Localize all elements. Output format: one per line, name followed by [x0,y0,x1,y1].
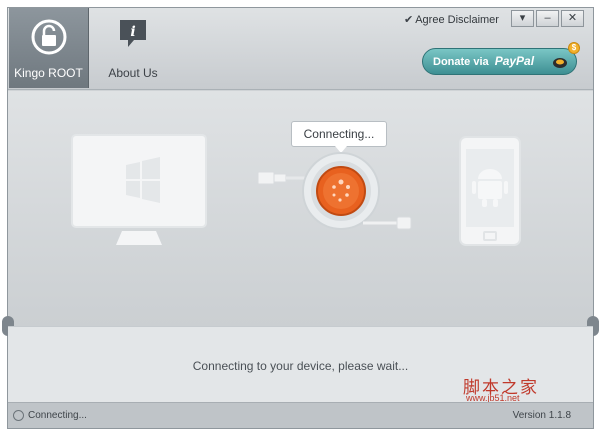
wallet-icon [553,58,567,68]
check-icon: ✔ [404,14,414,26]
nav-kingo-root[interactable]: Kingo ROOT [9,8,89,88]
status-area: Connecting to your device, please wait..… [8,326,593,403]
info-speech-icon: i [116,17,150,54]
nav-about-us[interactable]: i About Us [98,8,168,88]
agree-disclaimer[interactable]: ✔ Agree Disclaimer [404,13,499,26]
disclaimer-label: Agree Disclaimer [415,14,499,26]
connection-stage: Connecting... [2,91,599,336]
nav-label: Kingo ROOT [14,66,83,80]
loading-icon [13,410,24,421]
app-window: Kingo ROOT i About Us ✔ Agree Disclaimer … [2,7,599,429]
minimize-button[interactable]: – [536,10,559,27]
menu-dropdown-icon: ▾ [519,12,526,24]
coin-icon: $ [568,42,580,54]
paypal-brand: PayPal [494,54,535,68]
android-phone-icon [459,136,521,246]
donate-label: Donate via [433,56,489,68]
usb-cable-right-icon [363,216,412,230]
menu-button[interactable]: ▾ [511,10,534,27]
status-message: Connecting to your device, please wait..… [192,359,409,373]
version-label: Version 1.1.8 [512,410,571,421]
svg-text:i: i [130,24,135,40]
nav-label: About Us [108,66,158,80]
header-bar: Kingo ROOT i About Us ✔ Agree Disclaimer … [8,8,593,90]
connecting-bubble: Connecting... [291,121,387,153]
lock-refresh-icon [29,17,69,60]
status-bar: Connecting... Version 1.1.8 [8,402,593,428]
close-button[interactable]: ✕ [561,10,584,27]
footer-status: Connecting... [28,410,87,421]
computer-monitor-icon [71,134,207,245]
donate-paypal-button[interactable]: Donate via PayPal $ [422,42,580,75]
